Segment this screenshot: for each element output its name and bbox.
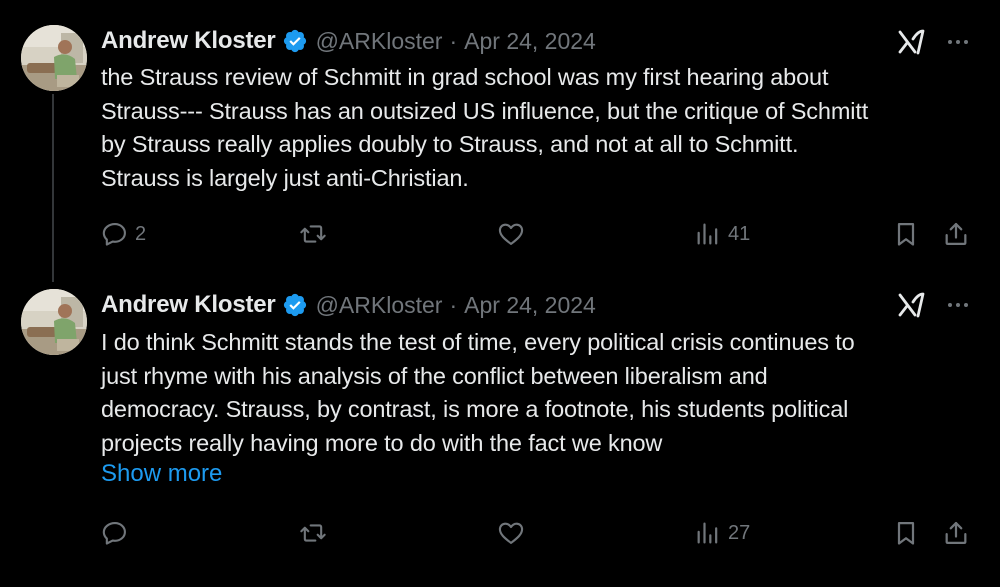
avatar[interactable] [21, 25, 87, 91]
reply-button[interactable] [101, 518, 135, 548]
heart-icon [497, 220, 525, 248]
separator-dot: · [449, 291, 458, 318]
author-handle[interactable]: @ARKloster [316, 28, 443, 55]
tweet-actions: 2 41 [101, 219, 981, 249]
share-button[interactable] [942, 219, 970, 249]
reply-icon [101, 519, 129, 547]
tweet-text-line: I do think Schmitt stands the test of ti… [101, 329, 855, 355]
tweet[interactable]: Andrew Kloster @ARKloster · Apr 24, 2024… [0, 0, 1000, 268]
tweet-header: Andrew Kloster @ARKloster · Apr 24, 2024 [101, 288, 596, 322]
views-chart-icon [694, 220, 722, 248]
tweet-text-line: democracy. Strauss, by contrast, is more… [101, 396, 849, 422]
heart-icon [497, 519, 525, 547]
tweet-text: the Strauss review of Schmitt in grad sc… [101, 61, 981, 195]
repost-button[interactable] [299, 518, 327, 548]
share-icon [942, 220, 970, 248]
tweet-text-line: Strauss--- Strauss has an outsized US in… [101, 97, 869, 124]
share-button[interactable] [942, 518, 970, 548]
show-more-link[interactable]: Show more [101, 460, 222, 488]
views-chart-icon [694, 519, 722, 547]
tweet-text: I do think Schmitt stands the test of ti… [101, 326, 981, 460]
tweet-date[interactable]: Apr 24, 2024 [464, 28, 596, 55]
grok-icon[interactable] [896, 28, 928, 56]
avatar[interactable] [21, 289, 87, 355]
separator-dot: · [449, 27, 458, 54]
like-button[interactable] [497, 518, 525, 548]
views-count: 41 [728, 222, 751, 245]
tweet-text-line: by Strauss really applies doubly to Stra… [101, 131, 799, 157]
reply-button[interactable]: 2 [101, 219, 146, 249]
bookmark-button[interactable] [892, 219, 920, 249]
avatar-photo [21, 25, 87, 91]
more-dots-icon[interactable] [943, 28, 973, 56]
views-count: 27 [728, 521, 751, 544]
verified-badge-icon[interactable] [282, 28, 308, 54]
grok-icon[interactable] [896, 291, 928, 319]
author-name[interactable]: Andrew Kloster [101, 291, 276, 319]
views-button[interactable]: 27 [694, 518, 750, 548]
tweet-date[interactable]: Apr 24, 2024 [464, 292, 596, 319]
tweet-header: Andrew Kloster @ARKloster · Apr 24, 2024 [101, 24, 596, 58]
bookmark-icon [892, 519, 920, 547]
bookmark-button[interactable] [892, 518, 920, 548]
views-button[interactable]: 41 [694, 219, 750, 249]
share-icon [942, 519, 970, 547]
tweet-text-line: just rhyme with his analysis of the conf… [101, 362, 768, 389]
tweet-actions: 27 [101, 518, 981, 548]
more-dots-icon[interactable] [943, 291, 973, 319]
bookmark-icon [892, 220, 920, 248]
tweet-text-line: Strauss is largely just anti-Christian. [101, 164, 469, 191]
tweet-text-line: the Strauss review of Schmitt in grad sc… [101, 64, 829, 90]
author-handle[interactable]: @ARKloster [316, 292, 443, 319]
like-button[interactable] [497, 219, 525, 249]
tweet-thread: Andrew Kloster @ARKloster · Apr 24, 2024… [0, 0, 1000, 587]
repost-icon [299, 220, 327, 248]
tweet-text-line: projects really having more to do with t… [101, 429, 663, 456]
tweet[interactable]: Andrew Kloster @ARKloster · Apr 24, 2024… [0, 282, 1000, 587]
repost-icon [299, 519, 327, 547]
reply-count: 2 [135, 222, 147, 245]
author-name[interactable]: Andrew Kloster [101, 27, 276, 55]
verified-badge-icon[interactable] [282, 292, 308, 318]
avatar-photo [21, 289, 87, 355]
reply-icon [101, 220, 129, 248]
repost-button[interactable] [299, 219, 327, 249]
